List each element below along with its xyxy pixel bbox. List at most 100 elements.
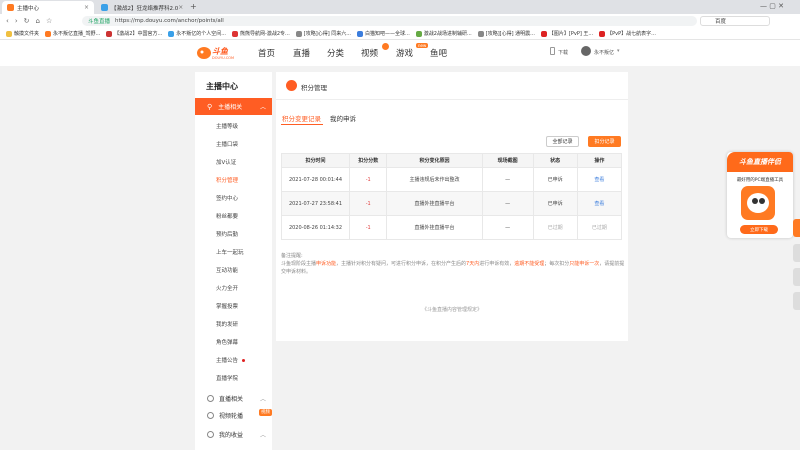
bookmark-item[interactable]: 【图片】[PvP] 王... — [540, 30, 593, 37]
avatar[interactable] — [581, 46, 591, 56]
game-new-badge: new — [416, 43, 429, 48]
sidebar-item-contract[interactable]: 签约中心 — [216, 194, 238, 202]
bookmark-item[interactable]: 【激战2】中国官方... — [106, 30, 162, 37]
cell-status: 已申诉 — [532, 167, 578, 192]
tab-title: 【激战2】狂龙络推荐科2.0 — [111, 5, 179, 12]
back-icon[interactable]: ‹ — [6, 17, 9, 25]
window-controls[interactable]: — ▢ ✕ — [760, 2, 784, 10]
live-icon — [207, 395, 214, 402]
tab-my-appeals[interactable]: 我的申诉 — [330, 113, 356, 123]
url-site-label: 斗鱼直播 — [88, 19, 111, 25]
bookmark-item[interactable]: [攻略][心得] 通明震... — [477, 30, 535, 37]
bookmark-icon — [599, 30, 606, 37]
favorite-icon[interactable]: ☆ — [46, 17, 52, 25]
sidebar-item-verify[interactable]: 加V认证 — [216, 158, 236, 166]
sidebar-item-danmaku[interactable]: 角色弹幕 — [216, 338, 238, 346]
bookmark-item[interactable]: 白猫知吧——全球... — [357, 30, 410, 37]
cell-time: 2021-07-27 23:58:41 — [281, 191, 350, 216]
divider — [276, 99, 628, 100]
chevron-up-icon: ︿ — [259, 432, 266, 439]
new-tab-button[interactable]: + — [190, 2, 197, 11]
sidebar-item-academy[interactable]: 直播学院 — [216, 374, 238, 382]
sidebar-item-firepower[interactable]: 火力全开 — [216, 284, 238, 292]
side-float-tab[interactable] — [793, 244, 800, 262]
douyu-logo[interactable]: 斗鱼 DOUYU.COM — [196, 45, 238, 61]
sidebar-item-level[interactable]: 主播等级 — [216, 122, 238, 130]
logo-subtext: DOUYU.COM — [212, 56, 235, 60]
nav-category[interactable]: 分类 — [327, 47, 344, 59]
points-table: 扣分时间 扣分分数 积分变化原因 现场截图 状态 操作 2021-07-28 0… — [281, 153, 623, 240]
bookmark-item[interactable]: 触摸文件夹 — [6, 30, 39, 37]
sidebar-item-vote[interactable]: 掌握投票 — [216, 302, 238, 310]
sidebar-item-pocket[interactable]: 主播口袋 — [216, 140, 238, 148]
cell-score: -1 — [348, 191, 388, 216]
search-input[interactable]: 百度 — [700, 16, 770, 26]
bookmark-item[interactable]: [攻略]心得] 同来六... — [295, 30, 351, 37]
browser-tab-active[interactable]: 主播中心 × — [2, 1, 94, 14]
cell-time: 2020-08-26 01:14:32 — [281, 215, 350, 240]
cell-screenshot: — — [481, 167, 534, 192]
expired-label: 已过期 — [576, 215, 623, 240]
close-tab-icon[interactable]: × — [178, 4, 183, 11]
username[interactable]: 永不叛亿 — [594, 49, 614, 56]
reload-icon[interactable]: ↻ — [24, 17, 30, 25]
companion-app-icon — [741, 186, 775, 220]
all-records-button[interactable]: 全部记录 — [546, 136, 579, 147]
view-link[interactable]: 查看 — [576, 167, 623, 192]
col-status: 状态 — [532, 153, 578, 168]
col-action: 操作 — [576, 153, 623, 168]
chevron-up-icon: ︿ — [259, 104, 266, 111]
sidebar-group-live[interactable]: 直播相关 ︿ — [195, 390, 272, 407]
bookmark-icon — [415, 30, 422, 37]
forward-icon[interactable]: › — [15, 17, 18, 25]
cell-status: 已过期 — [532, 215, 578, 240]
sidebar-group-video[interactable]: 视频轮播 视频 — [195, 407, 272, 424]
cell-score: -1 — [348, 167, 388, 192]
bookmark-icon — [540, 30, 547, 37]
sidebar-item-announcement[interactable]: 主播公告 — [216, 356, 246, 364]
url-bar[interactable]: 斗鱼直播 https://mp.douyu.com/anchor/points/… — [82, 16, 697, 26]
red-dot-badge — [242, 359, 246, 362]
ad-title: 斗鱼直播伴侣 — [727, 152, 793, 172]
bookmark-item[interactable]: 【PvP】战七航表字... — [599, 30, 656, 37]
sidebar-item-friends[interactable]: 我的发研 — [216, 320, 238, 328]
sidebar-group-anchor[interactable]: ⚲ 主播相关 ︿ — [195, 98, 272, 115]
nav-home[interactable]: 首页 — [258, 47, 275, 59]
page-title: 积分管理 — [301, 84, 327, 92]
bookmark-item[interactable]: 永不叛亿的个人空间... — [168, 30, 226, 37]
side-float-tab[interactable] — [793, 292, 800, 310]
download-now-button[interactable]: 立即下载 — [740, 225, 778, 234]
sidebar-item-booking[interactable]: 预约后勤 — [216, 230, 238, 238]
nav-fishbar[interactable]: 鱼吧 — [430, 47, 447, 59]
bookmark-item[interactable]: 熊熊导航网-激战2专... — [232, 30, 290, 37]
cell-reason: 直播外挂直播平台 — [386, 191, 483, 216]
side-float-tab[interactable] — [793, 268, 800, 286]
sidebar-group-income[interactable]: 我的收益 ︿ — [195, 426, 272, 443]
browser-tab[interactable]: 【激战2】狂龙络推荐科2.0 × — [96, 1, 186, 14]
sidebar-item-fans[interactable]: 粉丝都要 — [216, 212, 238, 220]
download-link[interactable]: 下载 — [558, 49, 568, 56]
sidebar-item-interaction[interactable]: 互动功能 — [216, 266, 238, 274]
cell-time: 2021-07-28 00:01:44 — [281, 167, 350, 192]
sidebar-item-points[interactable]: 积分管理 — [216, 176, 238, 184]
tab-points-records[interactable]: 积分变更记录 — [282, 113, 321, 123]
notes-text: 斗鱼现阶段主播申诉功能，主播针对积分有疑问，可进行积分申诉，在积分产生后的7天内… — [281, 261, 625, 275]
col-reason: 积分变化原因 — [386, 153, 483, 168]
chevron-down-icon[interactable]: ▾ — [617, 48, 620, 54]
sidebar-item-play-together[interactable]: 上车一起玩 — [216, 248, 244, 256]
home-icon[interactable]: ⌂ — [36, 17, 40, 25]
close-tab-icon[interactable]: × — [84, 4, 89, 11]
nav-video[interactable]: 视频 — [361, 47, 378, 59]
view-link[interactable]: 查看 — [576, 191, 623, 216]
side-float-tab[interactable] — [793, 219, 800, 237]
cell-status: 已申诉 — [532, 191, 578, 216]
deduction-records-button[interactable]: 扣分记录 — [588, 136, 621, 147]
cell-screenshot: — — [481, 215, 534, 240]
nav-live[interactable]: 直播 — [293, 47, 310, 59]
bookmark-item[interactable]: 激战2战场进制辅研... — [415, 30, 472, 37]
regulations-link[interactable]: 《斗鱼直播内容管理规定》 — [276, 306, 628, 313]
ad-subtitle: 最好用的PC端直播工具 — [736, 178, 784, 183]
nav-game[interactable]: 游戏 — [396, 47, 413, 59]
bookmark-item[interactable]: 永不叛亿直播_驾野... — [45, 30, 100, 37]
mic-icon: ⚲ — [207, 102, 213, 111]
